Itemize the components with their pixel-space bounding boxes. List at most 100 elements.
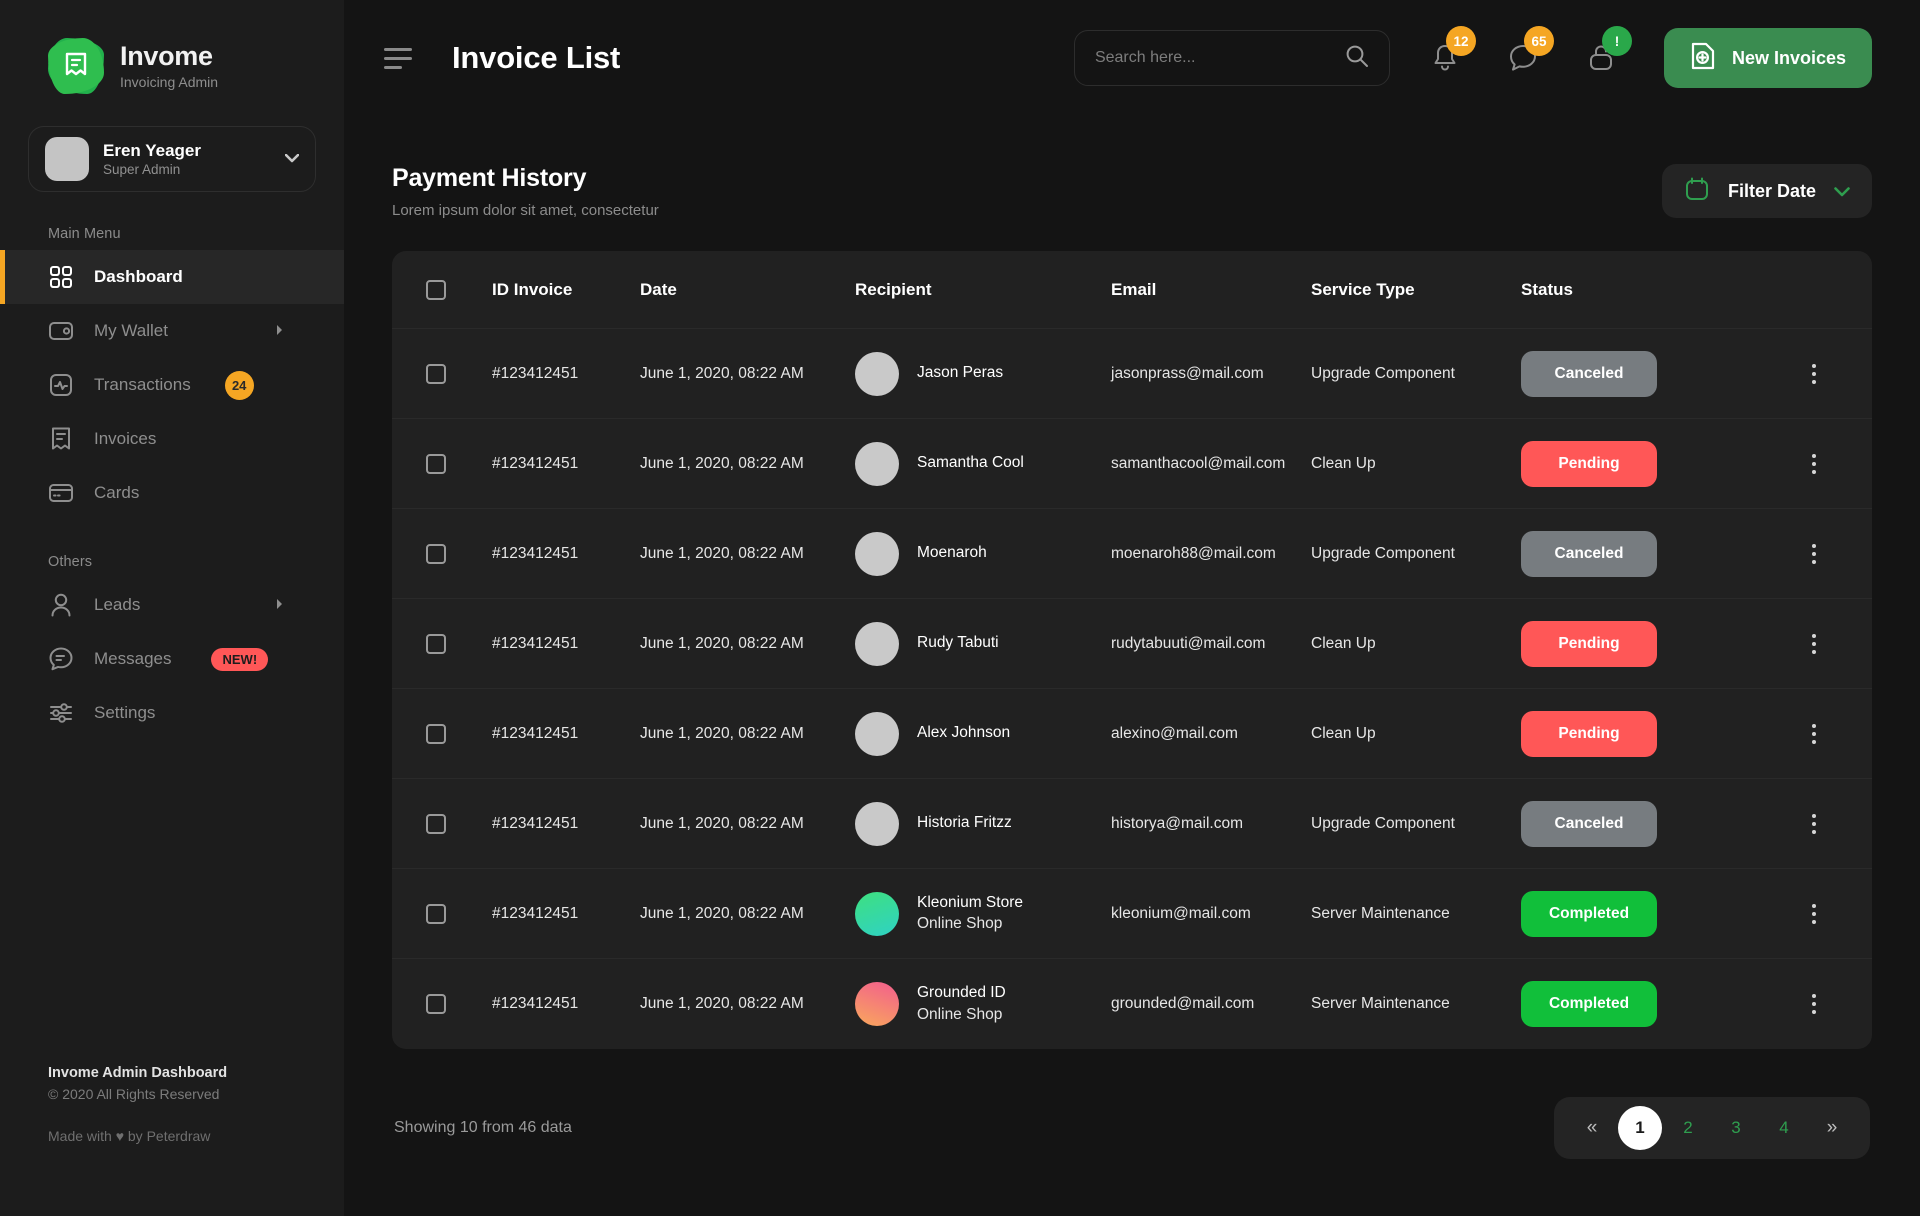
sidebar-item-label: Messages bbox=[94, 649, 172, 668]
status-badge: Canceled bbox=[1521, 530, 1657, 577]
pagination-next[interactable]: » bbox=[1810, 1106, 1854, 1150]
cell-service: Clean Up bbox=[1311, 634, 1376, 652]
transactions-count-badge: 24 bbox=[224, 370, 254, 400]
table-row[interactable]: #123412451 June 1, 2020, 08:22 AM Kleonium… bbox=[392, 869, 1872, 959]
section-header: Payment History Lorem ipsum dolor sit am… bbox=[392, 164, 1872, 219]
security-button[interactable]: ! bbox=[1578, 26, 1632, 81]
top-bar-right: 12 65 ! bbox=[1073, 26, 1872, 88]
row-checkbox[interactable] bbox=[426, 363, 446, 384]
filter-date-button[interactable]: Filter Date bbox=[1661, 164, 1872, 218]
invoice-icon bbox=[48, 426, 74, 452]
row-menu-icon[interactable] bbox=[1806, 358, 1822, 390]
section-title: Payment History bbox=[392, 164, 587, 192]
row-menu-icon[interactable] bbox=[1806, 448, 1822, 480]
pagination-page[interactable]: 2 bbox=[1666, 1106, 1710, 1150]
cell-id: #123412451 bbox=[492, 544, 579, 562]
recipient-name: Samantha Cool bbox=[917, 454, 1024, 472]
top-bar: Invoice List 12 bbox=[344, 0, 1920, 116]
cell-recipient: Rudy Tabuti bbox=[855, 621, 1111, 666]
recipient-name: Kleonium Store bbox=[917, 893, 1023, 911]
notifications-button[interactable]: 12 bbox=[1422, 26, 1476, 81]
cell-recipient: Historia Fritzz bbox=[855, 801, 1111, 846]
pagination-prev[interactable]: « bbox=[1570, 1106, 1614, 1150]
sidebar-section-others: Others bbox=[48, 554, 93, 570]
sidebar-item-label: Invoices bbox=[94, 429, 157, 448]
footer-credit: Made with ♥ by Peterdraw bbox=[48, 1128, 211, 1144]
table-row[interactable]: #123412451 June 1, 2020, 08:22 AM Rudy Tab… bbox=[392, 599, 1872, 689]
cell-date: June 1, 2020, 08:22 AM bbox=[640, 544, 804, 562]
cell-email: historya@mail.com bbox=[1111, 814, 1244, 832]
hamburger-icon[interactable] bbox=[384, 47, 414, 69]
search-box[interactable] bbox=[1073, 30, 1390, 86]
cell-recipient: Moenaroh bbox=[855, 531, 1111, 576]
row-menu-icon[interactable] bbox=[1806, 808, 1822, 840]
sidebar-item-label: Transactions bbox=[94, 375, 191, 394]
row-menu-icon[interactable] bbox=[1806, 538, 1822, 570]
row-checkbox[interactable] bbox=[426, 453, 446, 474]
brand-logo[interactable]: Invome Invoicing Admin bbox=[0, 0, 344, 94]
row-select-cell bbox=[426, 633, 492, 654]
sidebar-item-leads[interactable]: Leads bbox=[0, 578, 344, 632]
column-header-date: Date bbox=[640, 279, 677, 299]
sidebar-item-messages[interactable]: Messages NEW! bbox=[0, 632, 344, 686]
row-checkbox[interactable] bbox=[426, 543, 446, 564]
row-menu-icon[interactable] bbox=[1806, 988, 1822, 1020]
sidebar-footer: Invome Admin Dashboard © 2020 All Rights… bbox=[0, 1065, 344, 1216]
table-header-row: ID Invoice Date Recipient Email Service … bbox=[392, 251, 1872, 329]
select-all-checkbox[interactable] bbox=[426, 279, 446, 300]
messages-button[interactable]: 65 bbox=[1500, 26, 1554, 81]
messages-count: 65 bbox=[1523, 26, 1554, 56]
cell-status: Pending bbox=[1521, 710, 1711, 757]
table-row[interactable]: #123412451 June 1, 2020, 08:22 AM Moenaroh… bbox=[392, 509, 1872, 599]
row-checkbox[interactable] bbox=[426, 903, 446, 924]
pagination-page[interactable]: 4 bbox=[1762, 1106, 1806, 1150]
sidebar-item-label: Dashboard bbox=[94, 267, 183, 286]
sidebar-item-my-wallet[interactable]: My Wallet bbox=[0, 304, 344, 358]
cell-recipient: Samantha Cool bbox=[855, 441, 1111, 486]
pagination: « 1234 » bbox=[1554, 1097, 1870, 1159]
row-checkbox[interactable] bbox=[426, 994, 446, 1014]
sidebar-item-invoices[interactable]: Invoices bbox=[0, 412, 344, 466]
file-plus-icon bbox=[1690, 42, 1716, 75]
cell-id: #123412451 bbox=[492, 814, 579, 832]
table-row[interactable]: #123412451 June 1, 2020, 08:22 AM Alex Joh… bbox=[392, 689, 1872, 779]
sidebar-item-label: Settings bbox=[94, 703, 156, 722]
avatar bbox=[45, 137, 89, 181]
table-row[interactable]: #123412451 June 1, 2020, 08:22 AM Grounded… bbox=[392, 959, 1872, 1049]
new-invoices-button[interactable]: New Invoices bbox=[1663, 28, 1872, 88]
row-menu-icon[interactable] bbox=[1806, 628, 1822, 660]
page-title: Invoice List bbox=[452, 40, 621, 75]
cell-status: Completed bbox=[1521, 981, 1711, 1027]
profile-name: Eren Yeager bbox=[103, 141, 201, 161]
sidebar-item-dashboard[interactable]: Dashboard bbox=[0, 250, 344, 304]
column-header-service: Service Type bbox=[1311, 279, 1415, 299]
table-footer: Showing 10 from 46 data « 1234 » bbox=[392, 1049, 1872, 1171]
sidebar-item-settings[interactable]: Settings bbox=[0, 686, 344, 740]
sidebar-item-label: Leads bbox=[94, 595, 141, 614]
status-badge: Canceled bbox=[1521, 350, 1657, 397]
sidebar-item-transactions[interactable]: Transactions 24 bbox=[0, 358, 344, 412]
table-row[interactable]: #123412451 June 1, 2020, 08:22 AM Samantha… bbox=[392, 419, 1872, 509]
pagination-page[interactable]: 1 bbox=[1618, 1106, 1662, 1150]
cell-actions bbox=[1711, 538, 1838, 570]
profile-switcher[interactable]: Eren Yeager Super Admin bbox=[28, 126, 316, 192]
recipient-name: Moenaroh bbox=[917, 544, 987, 562]
pagination-page[interactable]: 3 bbox=[1714, 1106, 1758, 1150]
row-menu-icon[interactable] bbox=[1806, 718, 1822, 750]
search-input[interactable] bbox=[1094, 49, 1345, 67]
status-badge: Completed bbox=[1521, 981, 1657, 1027]
recipient-name: Jason Peras bbox=[917, 364, 1004, 382]
row-menu-icon[interactable] bbox=[1806, 898, 1822, 930]
row-checkbox[interactable] bbox=[426, 633, 446, 654]
cell-service: Server Maintenance bbox=[1311, 904, 1450, 922]
row-checkbox[interactable] bbox=[426, 723, 446, 744]
content-area: Payment History Lorem ipsum dolor sit am… bbox=[344, 116, 1920, 1216]
status-badge: Pending bbox=[1521, 620, 1657, 667]
brand-name: Invome bbox=[120, 41, 213, 72]
sidebar-item-cards[interactable]: Cards bbox=[0, 466, 344, 520]
select-all-cell bbox=[426, 279, 492, 300]
table-row[interactable]: #123412451 June 1, 2020, 08:22 AM Jason Pe… bbox=[392, 329, 1872, 419]
table-row[interactable]: #123412451 June 1, 2020, 08:22 AM Historia… bbox=[392, 779, 1872, 869]
row-checkbox[interactable] bbox=[426, 813, 446, 834]
status-badge: Completed bbox=[1521, 890, 1657, 937]
